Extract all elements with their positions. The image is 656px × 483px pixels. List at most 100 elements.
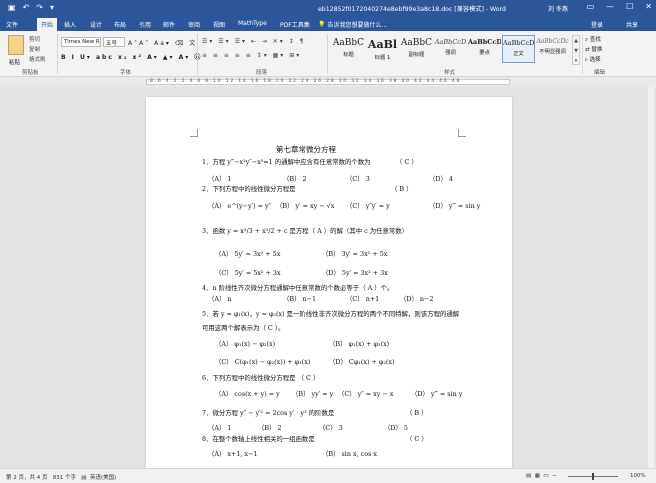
document-line: （D） 5 <box>384 424 409 432</box>
maximize-icon[interactable]: ☐ <box>626 2 633 11</box>
select-label: 选择 <box>589 57 601 63</box>
paragraph-group-label: 段落 <box>256 70 268 76</box>
paste-button[interactable]: 粘贴 <box>9 58 20 66</box>
tab-3[interactable]: 设计 <box>90 20 102 29</box>
replace-button[interactable]: ⇄ 替换 <box>585 45 602 53</box>
document-area: 第七章常微分方程 1．方程 y‴−x²y″−x⁵=1 的通解中应含有任意常数的个… <box>0 87 656 468</box>
document-line: （A） 5y′ = 3x² + 5x <box>215 250 281 258</box>
document-line: （D） 4 <box>429 175 454 183</box>
font-format-icons[interactable]: B I U▾ abc x₂ x² A▾ ▲▾ A▾ Ⓐ <box>61 52 202 61</box>
style-4[interactable]: AaBbCcD 要点 <box>468 35 501 63</box>
style-name: 标题 1 <box>374 55 391 61</box>
tab-4[interactable]: 布局 <box>114 20 126 29</box>
document-line: （ B ） <box>391 185 413 193</box>
cut-button[interactable]: 剪切 <box>29 35 40 43</box>
tab-7[interactable]: 审阅 <box>188 20 200 29</box>
style-sample: AaBbCcD <box>503 39 534 47</box>
minimize-icon[interactable]: — <box>606 2 614 11</box>
lightbulb-icon: 💡 <box>318 20 326 28</box>
find-button[interactable]: ⌕ 查找 <box>585 35 601 44</box>
style-5[interactable]: AaBbCcD 正文 <box>502 35 535 63</box>
document-line: （B） 2 <box>283 175 307 183</box>
close-icon[interactable]: ✕ <box>645 2 652 11</box>
paste-icon[interactable] <box>8 35 24 55</box>
document-line: （ C ） <box>396 158 418 166</box>
style-0[interactable]: AaBbC 标题 <box>332 35 365 63</box>
document-page[interactable]: 第七章常微分方程 1．方程 y‴−x²y″−x⁵=1 的通解中应含有任意常数的个… <box>146 97 512 468</box>
tell-me-box[interactable]: 💡 告诉我您想要做什么... <box>318 19 398 29</box>
document-line: （A） 1 <box>208 424 232 432</box>
customize-icon[interactable]: ▾ <box>50 3 54 12</box>
document-line: （C） 3 <box>346 175 370 183</box>
style-1[interactable]: AaBl 标题 1 <box>366 35 399 63</box>
document-line: （B） n−1 <box>283 295 317 303</box>
language[interactable]: 英语(美国) <box>90 475 116 481</box>
group-separator <box>197 34 198 74</box>
margin-corner-mark <box>190 129 198 137</box>
document-line: （B） sin x, cos x <box>322 450 377 458</box>
tab-10[interactable]: PDF工具集 <box>280 20 310 29</box>
window-title: eb12852f0172040274e8ebf99e3a8c18.doc [兼容… <box>318 6 506 13</box>
document-line: （ B ） <box>406 409 428 417</box>
styles-gallery-scroll[interactable]: ▲ ▼ ▾ <box>572 35 580 65</box>
font-name-select[interactable]: Times New R <box>61 37 101 47</box>
format-painter-button[interactable]: 格式刷 <box>29 55 46 63</box>
user-name[interactable]: 刘 冬燕 <box>548 4 568 13</box>
view-buttons[interactable]: ▤ ▦ ▭ − <box>526 473 557 479</box>
ribbon-tabs: 文件 开始 插入 设计 布局 引用 邮件 审阅 视图 MathType PDF工具集 💡 告诉我您想… <box>0 17 656 31</box>
copy-button[interactable]: 复制 <box>29 45 40 53</box>
share-button[interactable]: 共享 <box>626 20 638 29</box>
document-line: （B） yy′ = y <box>292 390 334 398</box>
style-3[interactable]: AaBbCcD 强调 <box>434 35 467 63</box>
document-line: （D） n−2 <box>400 295 434 303</box>
ribbon-display-icon[interactable]: ▭ <box>587 2 595 11</box>
style-2[interactable]: AaBbC 副标题 <box>400 35 433 63</box>
tab-5[interactable]: 引用 <box>139 20 151 29</box>
document-line: （C） 5y′ = 5x² + 3x <box>215 269 281 277</box>
list-icons[interactable]: ☰▾ ☰▾ ☰▾ ⇤ ⇥ ✕▾ ↕ ¶ <box>202 38 305 45</box>
font-group-label: 字体 <box>120 70 132 76</box>
tab-1[interactable]: 开始 <box>37 18 58 31</box>
proofing-icon[interactable]: ▤ <box>81 475 86 481</box>
style-name: 正文 <box>513 51 524 57</box>
document-line: （A） 1 <box>208 175 232 183</box>
zoom-slider-thumb[interactable] <box>592 473 594 480</box>
document-line: （A） e^(y−y′) = y″ <box>208 202 271 210</box>
find-label: 查找 <box>589 37 601 43</box>
page-count[interactable]: 第 2 页，共 4 页 <box>6 475 48 481</box>
select-button[interactable]: ▹ 选择 <box>585 55 601 63</box>
quick-access-toolbar: ▣ ↶ ↷ ▾ <box>8 3 54 12</box>
document-line: （B） 2 <box>258 424 282 432</box>
replace-label: 替换 <box>591 47 603 53</box>
undo-icon[interactable]: ↶ <box>23 3 30 12</box>
tab-0[interactable]: 文件 <box>6 20 18 29</box>
font-size-select[interactable]: 五号 <box>103 37 125 47</box>
save-icon[interactable]: ▣ <box>8 3 16 12</box>
window-controls: ▭ — ☐ ✕ <box>587 2 652 11</box>
style-sample: AaBbCcD <box>468 38 501 46</box>
document-line: 8．在整个数轴上线性相关的一组函数是 <box>202 435 315 443</box>
zoom-level[interactable]: 100% <box>630 473 646 479</box>
style-name: 不明显强调 <box>539 49 566 55</box>
style-6[interactable]: AaBbCcDc 不明显强调 <box>536 35 569 63</box>
login-link[interactable]: 登录 <box>591 20 603 29</box>
document-line: （B） φ₁(x) + φ₂(x) <box>329 340 390 348</box>
styles-group-label: 样式 <box>444 70 456 76</box>
title-bar: ▣ ↶ ↷ ▾ eb12852f0172040274e8ebf99e3a8c18… <box>0 0 656 17</box>
tab-2[interactable]: 插入 <box>64 20 76 29</box>
tab-6[interactable]: 邮件 <box>163 20 175 29</box>
word-count[interactable]: 831 个字 <box>53 475 76 481</box>
style-name: 强调 <box>445 50 456 56</box>
style-sample: AaBbC <box>332 38 365 48</box>
document-line: （ C ） <box>406 435 428 443</box>
ribbon-home: 粘贴 剪切 复制 格式刷 剪贴板 Times New R 五号 A˄A˅ Aa▾… <box>0 31 656 77</box>
alignment-icons[interactable]: ≡ ≡ ≡ ≡ ≡ ↕▾ ▦▾ ⊞▾ <box>202 52 301 59</box>
font-grow-shrink-icons[interactable]: A˄A˅ Aa▾ ⌫ 文 <box>128 38 197 47</box>
horizontal-ruler[interactable]: 8 6 4 2 2 4 6 8 10 12 14 16 18 20 22 24 … <box>0 77 656 87</box>
tab-8[interactable]: 视图 <box>213 20 225 29</box>
vertical-scrollbar[interactable] <box>648 87 654 468</box>
style-name: 副标题 <box>408 52 425 58</box>
tab-9[interactable]: MathType <box>238 20 267 27</box>
style-name: 标题 <box>343 52 354 58</box>
redo-icon[interactable]: ↷ <box>36 3 43 12</box>
